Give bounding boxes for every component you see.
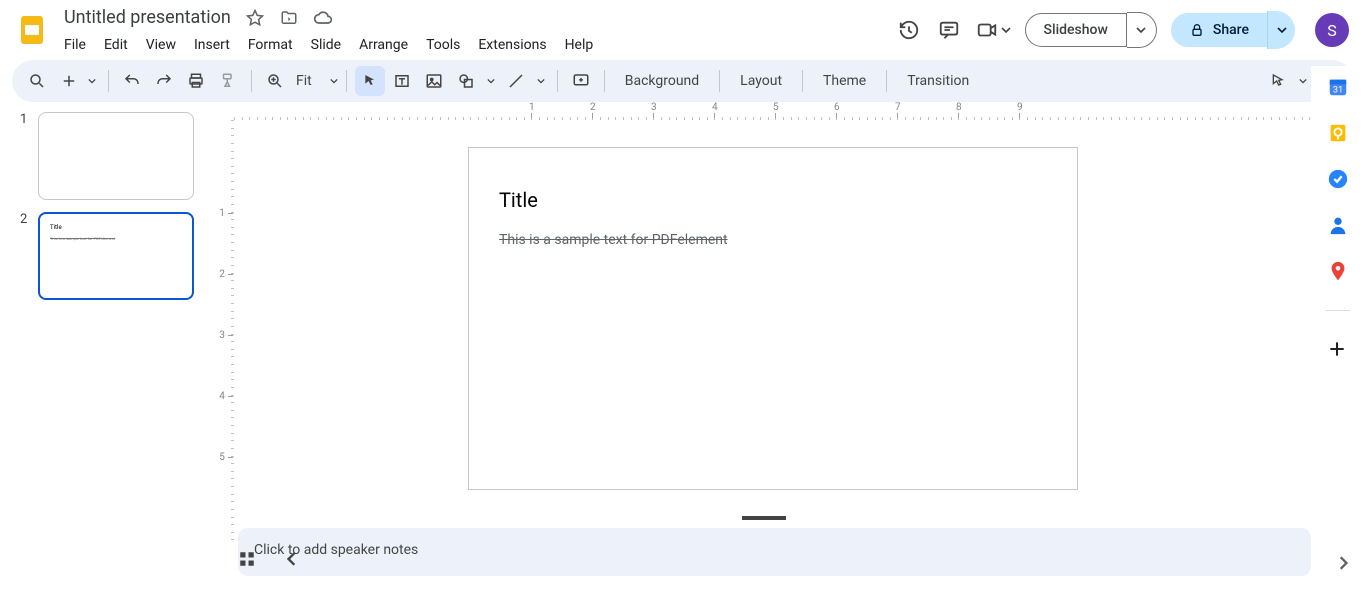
new-slide-button[interactable] bbox=[54, 66, 84, 96]
line-dropdown[interactable] bbox=[533, 66, 549, 96]
grid-view-button[interactable] bbox=[238, 550, 256, 568]
menu-slide[interactable]: Slide bbox=[303, 33, 349, 57]
menu-insert[interactable]: Insert bbox=[186, 33, 238, 57]
shape-dropdown[interactable] bbox=[483, 66, 499, 96]
menu-bar: File Edit View Insert Format Slide Arran… bbox=[56, 33, 601, 57]
svg-text:31: 31 bbox=[1333, 86, 1343, 96]
chevron-down-icon bbox=[330, 77, 338, 85]
slide-body-text[interactable]: This is a sample text for PDFelement bbox=[499, 232, 728, 248]
calendar-icon[interactable]: 31 bbox=[1327, 76, 1349, 98]
menu-file[interactable]: File bbox=[56, 33, 94, 57]
background-button[interactable]: Background bbox=[613, 73, 711, 89]
insert-image-button[interactable] bbox=[419, 66, 449, 96]
shape-button[interactable] bbox=[451, 66, 481, 96]
pointer-mode-dropdown[interactable] bbox=[1295, 66, 1311, 96]
menu-help[interactable]: Help bbox=[557, 33, 602, 57]
add-addons-button[interactable] bbox=[1327, 339, 1349, 361]
slide-title-text[interactable]: Title bbox=[499, 188, 538, 212]
menu-tools[interactable]: Tools bbox=[418, 33, 468, 57]
menu-extensions[interactable]: Extensions bbox=[470, 33, 554, 57]
slideshow-button[interactable]: Slideshow bbox=[1025, 13, 1127, 47]
notes-resize-handle[interactable] bbox=[742, 516, 786, 520]
share-button[interactable]: Share bbox=[1171, 13, 1267, 47]
speaker-notes[interactable]: Click to add speaker notes bbox=[238, 528, 1311, 576]
filmstrip: 1 2 Title This is a sample text for PDFe… bbox=[0, 102, 216, 592]
workspace: 1 2 Title This is a sample text for PDFe… bbox=[0, 102, 1311, 592]
menu-view[interactable]: View bbox=[138, 33, 184, 57]
lock-icon bbox=[1189, 22, 1205, 38]
transition-button[interactable]: Transition bbox=[895, 73, 981, 89]
history-icon[interactable] bbox=[896, 17, 922, 43]
document-title[interactable]: Untitled presentation bbox=[62, 5, 233, 30]
slide-thumbnail-2[interactable]: Title This is a sample text for PDFeleme… bbox=[38, 212, 194, 300]
menu-arrange[interactable]: Arrange bbox=[351, 33, 416, 57]
menu-edit[interactable]: Edit bbox=[96, 33, 136, 57]
side-panel: 31 bbox=[1311, 66, 1365, 592]
search-menus-button[interactable] bbox=[22, 66, 52, 96]
cloud-status-icon[interactable] bbox=[311, 6, 335, 30]
layout-button[interactable]: Layout bbox=[728, 73, 794, 89]
insert-comment-button[interactable] bbox=[566, 66, 596, 96]
slides-logo[interactable] bbox=[12, 10, 52, 50]
redo-button[interactable] bbox=[149, 66, 179, 96]
comments-icon[interactable] bbox=[936, 17, 962, 43]
maps-icon[interactable] bbox=[1327, 260, 1349, 282]
menu-format[interactable]: Format bbox=[240, 33, 301, 57]
tasks-icon[interactable] bbox=[1327, 168, 1349, 190]
account-avatar[interactable]: S bbox=[1315, 13, 1349, 47]
text-box-button[interactable] bbox=[387, 66, 417, 96]
share-label: Share bbox=[1213, 22, 1249, 38]
canvas-area: 123456789 12345 Title This is a sample t… bbox=[216, 102, 1311, 592]
undo-button[interactable] bbox=[117, 66, 147, 96]
zoom-label: Fit bbox=[290, 73, 330, 89]
theme-button[interactable]: Theme bbox=[811, 73, 878, 89]
keep-icon[interactable] bbox=[1327, 122, 1349, 144]
vertical-ruler[interactable]: 12345 bbox=[216, 120, 234, 516]
header: Untitled presentation File Edit View Ins… bbox=[0, 0, 1365, 56]
slide-canvas[interactable]: Title This is a sample text for PDFeleme… bbox=[468, 147, 1078, 490]
slide-number: 2 bbox=[20, 212, 38, 300]
move-icon[interactable] bbox=[277, 6, 301, 30]
contacts-icon[interactable] bbox=[1327, 214, 1349, 236]
new-slide-dropdown[interactable] bbox=[84, 66, 100, 96]
pointer-mode-button[interactable] bbox=[1263, 66, 1293, 96]
slide-thumbnail-1[interactable] bbox=[38, 112, 194, 200]
paint-format-button[interactable] bbox=[213, 66, 243, 96]
show-side-panel-button[interactable] bbox=[1337, 556, 1349, 570]
zoom-selector[interactable]: Fit bbox=[260, 66, 338, 96]
star-icon[interactable] bbox=[243, 6, 267, 30]
meet-button[interactable] bbox=[976, 19, 1011, 41]
print-button[interactable] bbox=[181, 66, 211, 96]
share-dropdown[interactable] bbox=[1267, 11, 1295, 49]
slideshow-dropdown[interactable] bbox=[1127, 12, 1157, 48]
horizontal-ruler[interactable]: 123456789 bbox=[234, 102, 1311, 120]
zoom-icon bbox=[260, 66, 290, 96]
line-button[interactable] bbox=[501, 66, 531, 96]
select-tool[interactable] bbox=[355, 66, 385, 96]
toolbar: Fit Background Layout Theme Transition bbox=[12, 60, 1353, 102]
collapse-filmstrip-button[interactable] bbox=[286, 552, 298, 566]
slide-number: 1 bbox=[20, 112, 38, 200]
